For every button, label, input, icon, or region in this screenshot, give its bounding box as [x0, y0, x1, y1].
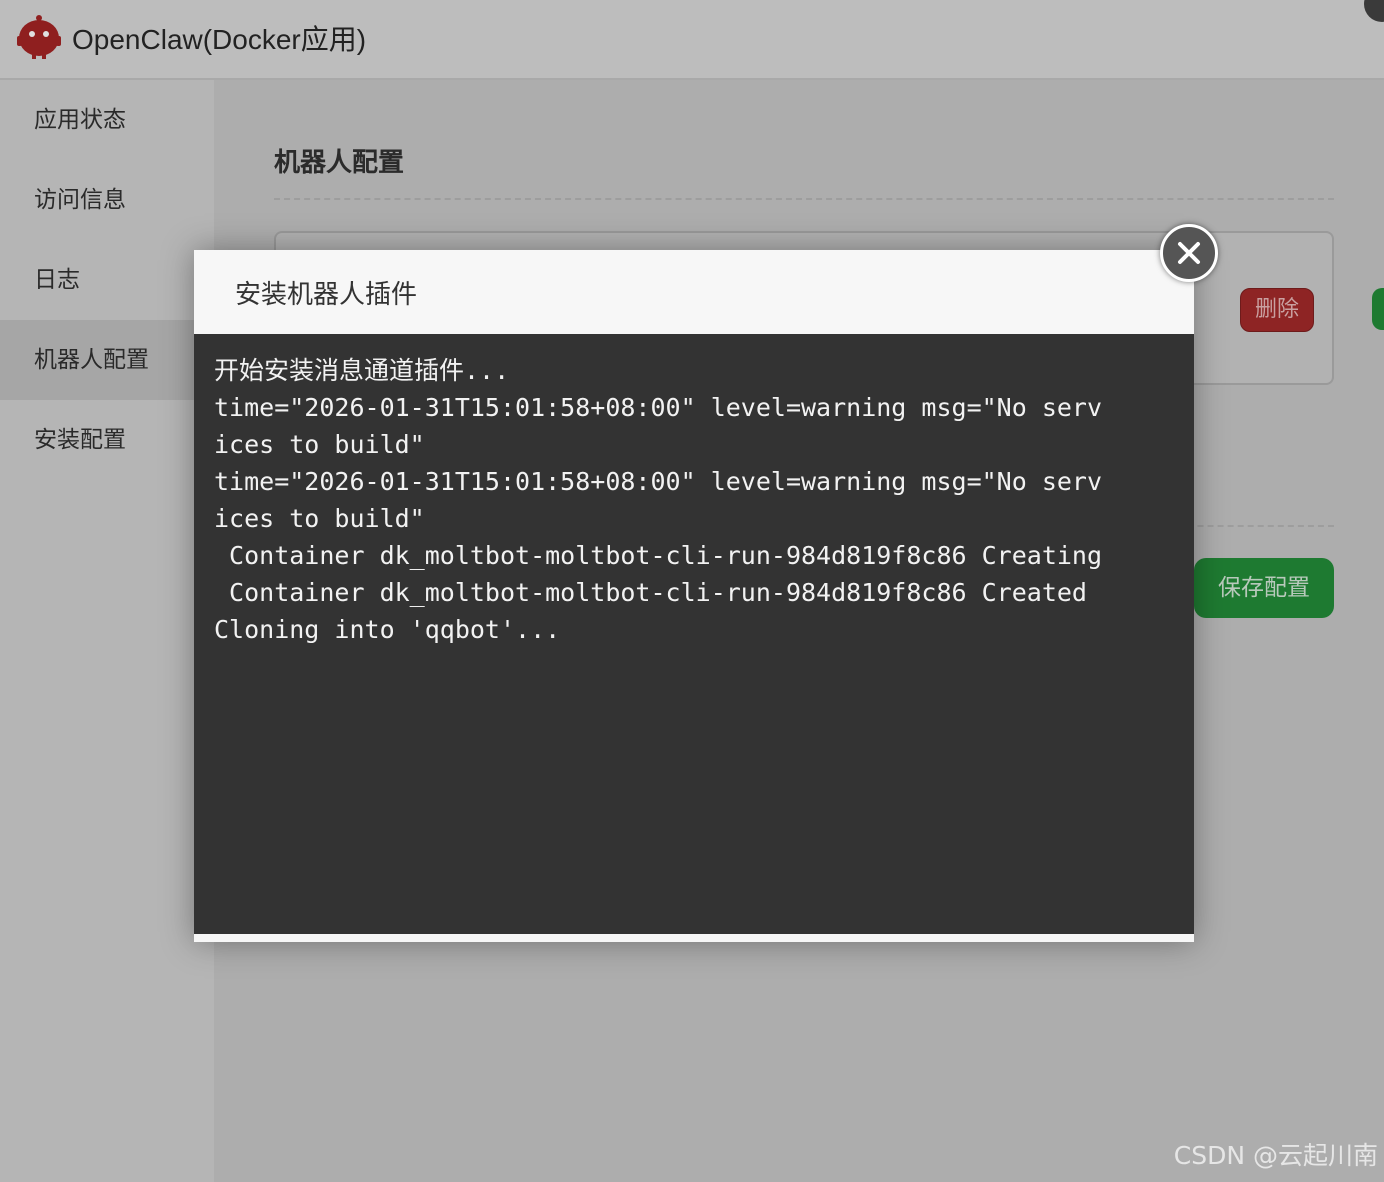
sidebar-item-bot-config[interactable]: 机器人配置 — [0, 320, 214, 400]
log-line: ices to build" — [214, 430, 425, 459]
install-plugin-modal: 安装机器人插件 开始安装消息通道插件... time="2026-01-31T1… — [194, 250, 1194, 942]
corner-close-icon[interactable] — [1364, 0, 1384, 22]
delete-button[interactable]: 删除 — [1240, 288, 1314, 332]
log-line: ices to build" — [214, 504, 425, 533]
divider — [274, 198, 1334, 200]
close-icon[interactable] — [1160, 224, 1218, 282]
top-bar: OpenClaw(Docker应用) — [0, 0, 1384, 80]
watermark: CSDN @云起川南 — [1173, 1141, 1378, 1170]
modal-header: 安装机器人插件 — [194, 250, 1194, 334]
sidebar-item-logs[interactable]: 日志 — [0, 240, 214, 320]
app-title: OpenClaw(Docker应用) — [72, 24, 367, 55]
app-logo — [17, 15, 61, 59]
log-line: time="2026-01-31T15:01:58+08:00" level=w… — [214, 467, 1103, 496]
save-config-button[interactable]: 保存配置 — [1194, 558, 1334, 618]
close-x-glyph — [1178, 242, 1200, 264]
section-title: 机器人配置 — [274, 148, 405, 178]
sidebar-item-access-info[interactable]: 访问信息 — [0, 160, 214, 240]
sidebar: 应用状态 访问信息 日志 机器人配置 安装配置 — [0, 80, 214, 1182]
log-line: Container dk_moltbot-moltbot-cli-run-984… — [214, 541, 1103, 570]
sidebar-item-app-status[interactable]: 应用状态 — [0, 80, 214, 160]
sidebar-item-install-config[interactable]: 安装配置 — [0, 400, 214, 480]
modal-title: 安装机器人插件 — [235, 280, 418, 310]
log-line: 开始安装消息通道插件... — [214, 356, 510, 385]
log-line: Cloning into 'qqbot'... — [214, 615, 561, 644]
edit-button[interactable]: 辑 — [1372, 288, 1384, 330]
log-line: Container dk_moltbot-moltbot-cli-run-984… — [214, 578, 1087, 607]
install-log-terminal[interactable]: 开始安装消息通道插件... time="2026-01-31T15:01:58+… — [194, 334, 1194, 934]
log-line: time="2026-01-31T15:01:58+08:00" level=w… — [214, 393, 1103, 422]
